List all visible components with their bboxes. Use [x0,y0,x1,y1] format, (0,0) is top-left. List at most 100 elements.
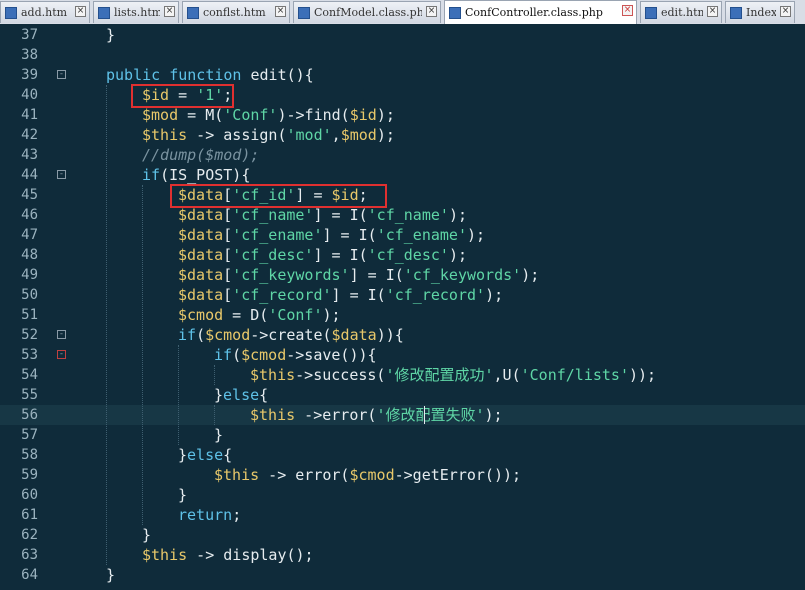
code-token: ( [196,326,206,344]
code-line[interactable]: 41 $mod = M('Conf')->find($id); [0,105,805,125]
indent-guide [214,365,215,385]
code-line[interactable]: 39 - public function edit(){ [0,65,805,85]
code-token: $this [250,406,296,424]
tab-label: IndexCo [746,6,776,19]
code-token: ); [376,106,395,124]
code-token: [ [223,266,233,284]
code-line[interactable]: 61 return; [0,505,805,525]
code-text: $cmod = D('Conf'); [178,305,341,325]
fold-toggle-icon[interactable]: - [57,330,66,339]
code-line[interactable]: 48 $data['cf_desc'] = I('cf_desc'); [0,245,805,265]
tab-label: add.htm [21,6,68,19]
tab-indexco[interactable]: IndexCo × [725,1,795,23]
line-number: 58 [21,447,38,463]
code-line[interactable]: 59 $this -> error($cmod->getError()); [0,465,805,485]
code-line[interactable]: 64} [0,565,805,585]
code-token: 'cf_record' [232,286,332,304]
code-token: $mod [142,106,179,124]
close-tab-icon[interactable]: × [780,6,791,17]
tab-edit-htm[interactable]: edit.htm × [640,1,722,23]
code-text: if($cmod->create($data)){ [178,325,404,345]
highlight-box [131,84,234,108]
code-line[interactable]: 53 - if($cmod->save()){ [0,345,805,365]
code-token: function [169,66,242,84]
indent-guide [178,345,179,445]
code-line[interactable]: 37} [0,25,805,45]
fold-toggle-icon[interactable]: - [57,170,66,179]
code-token: ] = I( [313,246,368,264]
indent-guide [142,185,143,525]
fold-toggle-icon[interactable]: - [57,350,66,359]
code-line[interactable]: 55}else{ [0,385,805,405]
code-line[interactable]: 40 $id = '1'; [0,85,805,105]
close-tab-icon[interactable]: × [426,6,437,17]
code-token: ] = I( [349,266,404,284]
code-token: $id [349,106,377,124]
code-line[interactable]: 56 $this ->error('修改配置失败'); [0,405,805,425]
code-token: ->error( [295,406,377,424]
code-token: ); [376,126,395,144]
code-token: { [259,386,269,404]
code-line[interactable]: 38 [0,45,805,65]
code-token: if [178,326,197,344]
tab-confmodel-class-php[interactable]: ConfModel.class.php × [293,1,441,23]
tab-confcontroller-class-php[interactable]: ConfController.class.php × [444,0,637,24]
code-token: ] = I( [313,206,368,224]
close-tab-icon[interactable]: × [164,6,175,17]
code-text: $mod = M('Conf')->find($id); [142,105,395,125]
code-line[interactable]: 62} [0,525,805,545]
tab-lists-htm[interactable]: lists.htm × [93,1,179,23]
code-text: }else{ [214,385,268,405]
close-tab-icon[interactable]: × [75,6,86,17]
tab-conflst-htm[interactable]: conflst.htm × [182,1,290,23]
code-text: $data['cf_name'] = I('cf_name'); [178,205,467,225]
line-number: 38 [21,47,38,63]
close-tab-icon[interactable]: × [622,5,633,16]
code-text: return; [178,505,241,525]
line-number: 45 [21,187,38,203]
tab-add-htm[interactable]: add.htm × [0,1,90,23]
code-token: 'cf_ename' [376,226,467,244]
code-line[interactable]: 43 //dump($mod); [0,145,805,165]
code-line[interactable]: 52 - if($cmod->create($data)){ [0,325,805,345]
code-line[interactable]: 51 $cmod = D('Conf'); [0,305,805,325]
code-token: 'Conf' [223,106,278,124]
code-text: $data['cf_keywords'] = I('cf_keywords'); [178,265,539,285]
code-line[interactable]: 54 $this->success('修改配置成功',U('Conf/lists'… [0,365,805,385]
code-line[interactable]: 46 $data['cf_name'] = I('cf_name'); [0,205,805,225]
code-line[interactable]: 63 $this -> display(); [0,545,805,565]
code-token: )){ [376,326,404,344]
line-number: 54 [21,367,38,383]
code-line[interactable]: 45 $data['cf_id'] = $id; [0,185,805,205]
code-line[interactable]: 47 $data['cf_ename'] = I('cf_ename'); [0,225,805,245]
php-file-icon [645,6,657,19]
code-token: $data [178,226,224,244]
code-line[interactable]: 58 }else{ [0,445,805,465]
code-text: $this -> display(); [142,545,314,565]
code-token: } [142,526,152,544]
line-number: 63 [21,547,38,563]
line-number: 39 [21,67,38,83]
line-number: 41 [21,107,38,123]
code-token: } [106,566,116,584]
close-tab-icon[interactable]: × [275,6,286,17]
code-line[interactable]: 44 - if(IS_POST){ [0,165,805,185]
code-line[interactable]: 42 $this -> assign('mod',$mod); [0,125,805,145]
line-number: 59 [21,467,38,483]
code-token: } [214,426,224,444]
code-line[interactable]: 57} [0,425,805,445]
close-tab-icon[interactable]: × [707,6,718,17]
fold-toggle-icon[interactable]: - [57,70,66,79]
code-token: -> assign( [187,126,287,144]
line-number: 61 [21,507,38,523]
code-editor[interactable]: 37} 38 39 - public function edit(){40 $id = '… [0,24,805,590]
code-token: (IS_POST){ [160,166,251,184]
code-text: }else{ [178,445,232,465]
code-line[interactable]: 50 $data['cf_record'] = I('cf_record'); [0,285,805,305]
php-file-icon [449,6,461,19]
code-line[interactable]: 60} [0,485,805,505]
code-line[interactable]: 49 $data['cf_keywords'] = I('cf_keywords'… [0,265,805,285]
line-number: 56 [21,407,38,423]
code-token: 'cf_record' [385,286,486,304]
code-token: -> error( [259,466,350,484]
